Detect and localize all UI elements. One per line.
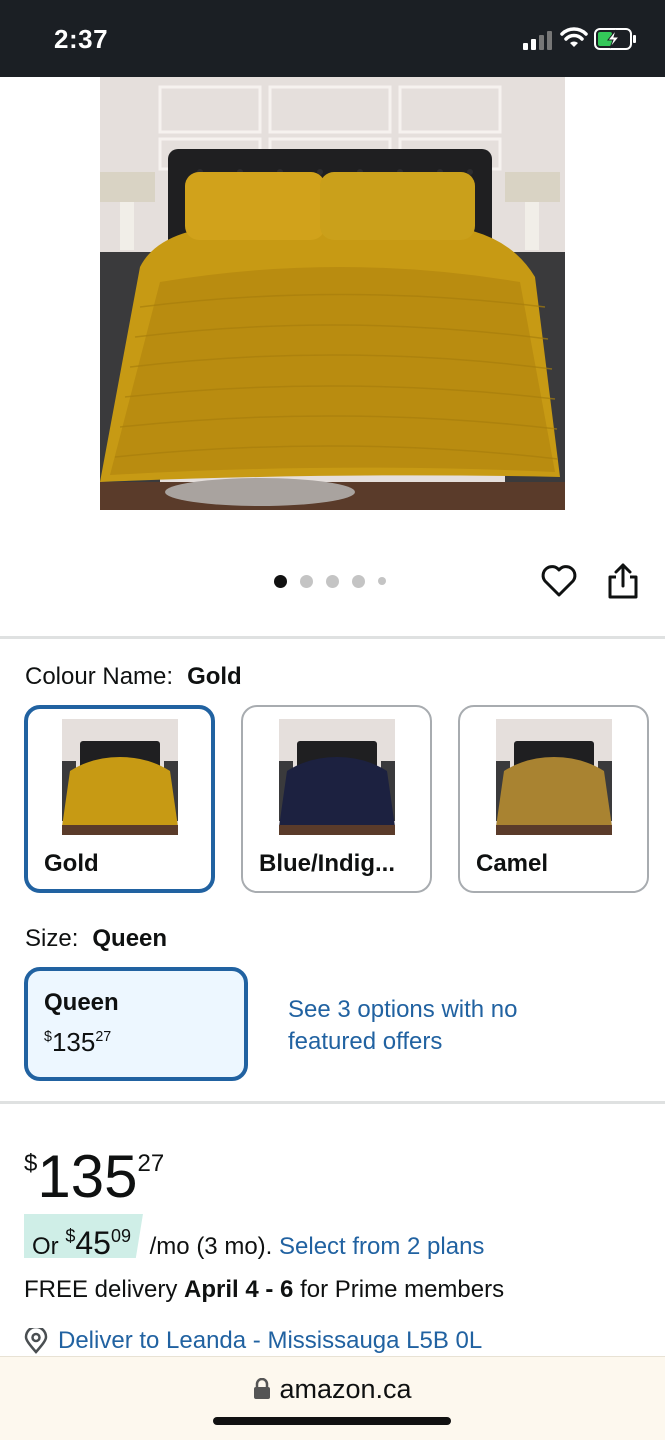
colour-swatch-gold[interactable]: Gold [24, 705, 215, 893]
deliver-to-text: Deliver to Leanda - Mississauga L5B 0L [58, 1327, 483, 1354]
installment-term: /mo (3 mo). [142, 1233, 279, 1260]
size-option-price: $13527 [44, 1027, 112, 1057]
signal-icon [523, 31, 552, 50]
delivery-dates: April 4 - 6 [184, 1276, 294, 1303]
deliver-to-link[interactable]: Deliver to Leanda - Mississauga L5B 0L [24, 1327, 482, 1355]
installment-offer: Or $4509 /mo (3 mo). Select from 2 plans [24, 1214, 484, 1260]
colour-label-row: Colour Name: Gold [25, 663, 242, 691]
url-display[interactable]: amazon.ca [0, 1374, 665, 1407]
carousel-dot[interactable] [274, 574, 287, 588]
size-option-queen[interactable]: Queen $13527 [24, 967, 248, 1081]
heart-icon[interactable] [540, 562, 578, 600]
lock-icon [253, 1376, 271, 1407]
swatch-label: Camel [476, 850, 549, 877]
browser-url-bar[interactable]: amazon.ca [0, 1356, 665, 1440]
share-icon[interactable] [607, 562, 639, 600]
swatch-thumbnail [62, 719, 178, 835]
carousel-dot[interactable] [352, 574, 365, 588]
wifi-icon [560, 27, 588, 47]
carousel-dot[interactable] [300, 574, 313, 588]
colour-swatch-blue-indigo[interactable]: Blue/Indig... [241, 705, 432, 893]
swatch-thumbnail [279, 719, 395, 835]
size-selected-value: Queen [92, 925, 168, 952]
colour-label: Colour Name: [25, 663, 174, 690]
battery-charging-icon [594, 28, 636, 50]
swatch-label: Gold [44, 850, 99, 877]
location-pin-icon [24, 1328, 48, 1354]
swatch-thumbnail [496, 719, 612, 835]
size-option-name: Queen [44, 989, 119, 1016]
colour-swatch-camel[interactable]: Camel [458, 705, 649, 893]
carousel-dot[interactable] [326, 574, 339, 588]
product-image[interactable] [100, 77, 565, 510]
carousel-dot[interactable] [378, 577, 386, 585]
status-time: 2:37 [54, 24, 109, 54]
size-label-row: Size: Queen [25, 925, 167, 953]
size-label: Size: [25, 925, 79, 952]
colour-selected-value: Gold [187, 663, 242, 690]
delivery-info: FREE delivery April 4 - 6 for Prime memb… [24, 1276, 505, 1303]
swatch-label: Blue/Indig... [259, 850, 395, 877]
select-plans-link[interactable]: Select from 2 plans [279, 1233, 484, 1260]
carousel-indicator[interactable] [274, 573, 399, 589]
status-bar: 2:37 [0, 0, 665, 77]
home-indicator[interactable] [213, 1417, 451, 1425]
url-text: amazon.ca [279, 1374, 412, 1404]
main-price: $13527 [24, 1143, 165, 1210]
section-divider [0, 636, 665, 639]
see-options-link[interactable]: See 3 options with no featured offers [288, 994, 548, 1058]
section-divider [0, 1101, 665, 1104]
installment-badge: Or $4509 [24, 1214, 143, 1258]
